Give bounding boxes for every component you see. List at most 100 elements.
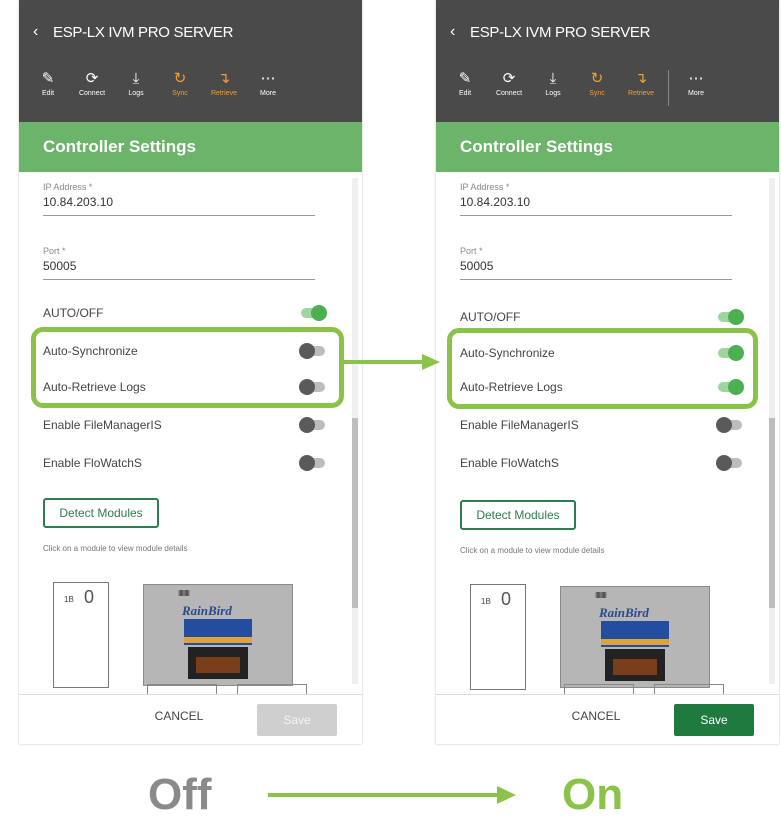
filemanager-label: Enable FileManagerIS xyxy=(43,418,162,432)
module-port-inner xyxy=(613,659,657,675)
flowatch-label: Enable FloWatchS xyxy=(460,456,559,470)
app-header: ‹ ESP-LX IVM PRO SERVER ✎ Edit ⟳ Connect ⤓… xyxy=(436,0,779,122)
auto-off-label: AUTO/OFF xyxy=(460,310,521,324)
filemanager-toggle[interactable] xyxy=(299,417,325,433)
port-label: Port * xyxy=(460,246,483,256)
toggle-knob xyxy=(299,455,315,471)
cancel-button[interactable]: CANCEL xyxy=(556,709,636,723)
more-label: More xyxy=(260,90,276,97)
edit-button[interactable]: ✎ Edit xyxy=(29,70,67,97)
slot-label: 1B xyxy=(64,595,74,604)
ip-address-label: IP Address * xyxy=(460,182,510,192)
detect-modules-button[interactable]: Detect Modules xyxy=(43,498,159,528)
retrieve-label: Retrieve xyxy=(210,90,238,97)
save-button-disabled[interactable]: Save xyxy=(257,704,337,736)
connect-icon: ⟳ xyxy=(502,70,516,87)
sync-button[interactable]: ↻ Sync xyxy=(578,70,616,106)
auto-off-row: AUTO/OFF xyxy=(460,306,744,328)
auto-off-row: AUTO/OFF xyxy=(43,302,327,324)
app-header: ‹ ESP-LX IVM PRO SERVER ✎ Edit ⟳ Connect ⤓… xyxy=(19,0,362,122)
cancel-button[interactable]: CANCEL xyxy=(139,709,219,723)
connect-button[interactable]: ⟳ Connect xyxy=(490,70,528,106)
filemanager-toggle[interactable] xyxy=(716,417,742,433)
flowatch-row: Enable FloWatchS xyxy=(460,452,742,474)
auto-off-toggle[interactable] xyxy=(301,305,327,321)
logs-label: Logs xyxy=(128,90,144,97)
ip-address-label: IP Address * xyxy=(43,182,93,192)
filemanager-row: Enable FileManagerIS xyxy=(43,414,325,436)
toggle-knob xyxy=(311,305,327,321)
toggle-knob xyxy=(716,417,732,433)
more-button[interactable]: ⋯ More xyxy=(677,70,715,106)
retrieve-icon: ↴ xyxy=(217,70,231,87)
logs-button[interactable]: ⤓ Logs xyxy=(534,70,572,106)
toolbar-divider xyxy=(668,70,669,106)
port-label: Port * xyxy=(43,246,66,256)
sync-icon: ↻ xyxy=(173,70,187,87)
module-slot[interactable]: 1B 0 xyxy=(53,582,109,688)
retrieve-button[interactable]: ↴ Retrieve xyxy=(205,70,243,97)
edit-button[interactable]: ✎ Edit xyxy=(446,70,484,106)
flowatch-toggle[interactable] xyxy=(299,455,325,471)
port-value[interactable]: 50005 xyxy=(460,259,732,279)
auto-off-toggle[interactable] xyxy=(718,309,744,325)
section-title: Controller Settings xyxy=(436,122,779,172)
filemanager-label: Enable FileManagerIS xyxy=(460,418,579,432)
highlight-box-on xyxy=(447,328,758,409)
detect-modules-button[interactable]: Detect Modules xyxy=(460,500,576,530)
slot-number: 0 xyxy=(84,587,95,607)
edit-label: Edit xyxy=(458,90,472,97)
on-label: On xyxy=(562,770,624,819)
module-port-inner xyxy=(196,657,240,673)
sync-label: Sync xyxy=(172,90,188,97)
back-icon[interactable]: ‹ xyxy=(450,23,470,41)
controller-module-image[interactable]: IIIIIIIII RainBird xyxy=(560,586,710,688)
scrollbar[interactable] xyxy=(769,178,775,684)
module-pins: IIIIIIIII xyxy=(595,591,607,600)
pencil-icon: ✎ xyxy=(458,70,472,87)
app-title: ESP-LX IVM PRO SERVER xyxy=(470,23,651,41)
save-button[interactable]: Save xyxy=(674,704,754,736)
logs-button[interactable]: ⤓ Logs xyxy=(117,70,155,97)
more-label: More xyxy=(688,90,704,97)
ip-address-value[interactable]: 10.84.203.10 xyxy=(460,195,732,215)
scrollbar[interactable] xyxy=(352,178,358,684)
app-title: ESP-LX IVM PRO SERVER xyxy=(53,23,234,41)
download-icon: ⤓ xyxy=(132,70,140,87)
slot-label: 1B xyxy=(481,597,491,606)
module-pins: IIIIIIIII xyxy=(178,589,190,598)
sync-button[interactable]: ↻ Sync xyxy=(161,70,199,97)
port-value[interactable]: 50005 xyxy=(43,259,315,279)
ip-address-field[interactable]: IP Address * 10.84.203.10 xyxy=(43,182,315,216)
module-slot[interactable]: 1B 0 xyxy=(470,584,526,690)
sync-icon: ↻ xyxy=(590,70,604,87)
edit-label: Edit xyxy=(41,90,55,97)
retrieve-label: Retrieve xyxy=(627,90,655,97)
more-icon: ⋯ xyxy=(260,70,276,87)
toggle-knob xyxy=(716,455,732,471)
ip-address-value[interactable]: 10.84.203.10 xyxy=(43,195,315,215)
footer: CANCEL Save xyxy=(19,694,362,744)
connect-button[interactable]: ⟳ Connect xyxy=(73,70,111,97)
scrollbar-thumb[interactable] xyxy=(352,418,358,608)
title-row: ‹ ESP-LX IVM PRO SERVER xyxy=(450,22,650,42)
module-stripe xyxy=(184,637,252,643)
module-brand: RainBird xyxy=(599,605,649,620)
section-title: Controller Settings xyxy=(19,122,362,172)
settings-content: IP Address * 10.84.203.10 Port * 50005 A… xyxy=(436,172,779,699)
more-icon: ⋯ xyxy=(688,70,704,87)
retrieve-button[interactable]: ↴ Retrieve xyxy=(622,70,660,106)
toolbar: ✎ Edit ⟳ Connect ⤓ Logs ↻ Sync ↴ Retrieve ⋯ Mo… xyxy=(29,70,287,97)
port-field[interactable]: Port * 50005 xyxy=(43,246,315,280)
back-icon[interactable]: ‹ xyxy=(33,23,53,41)
more-button[interactable]: ⋯ More xyxy=(249,70,287,97)
connect-label: Connect xyxy=(495,90,523,97)
port-field[interactable]: Port * 50005 xyxy=(460,246,732,280)
flowatch-toggle[interactable] xyxy=(716,455,742,471)
toggle-knob xyxy=(299,417,315,433)
module-stripe xyxy=(601,639,669,645)
controller-module-image[interactable]: IIIIIIIII RainBird xyxy=(143,584,293,686)
scrollbar-thumb[interactable] xyxy=(769,418,775,608)
ip-address-field[interactable]: IP Address * 10.84.203.10 xyxy=(460,182,732,216)
filemanager-row: Enable FileManagerIS xyxy=(460,414,742,436)
